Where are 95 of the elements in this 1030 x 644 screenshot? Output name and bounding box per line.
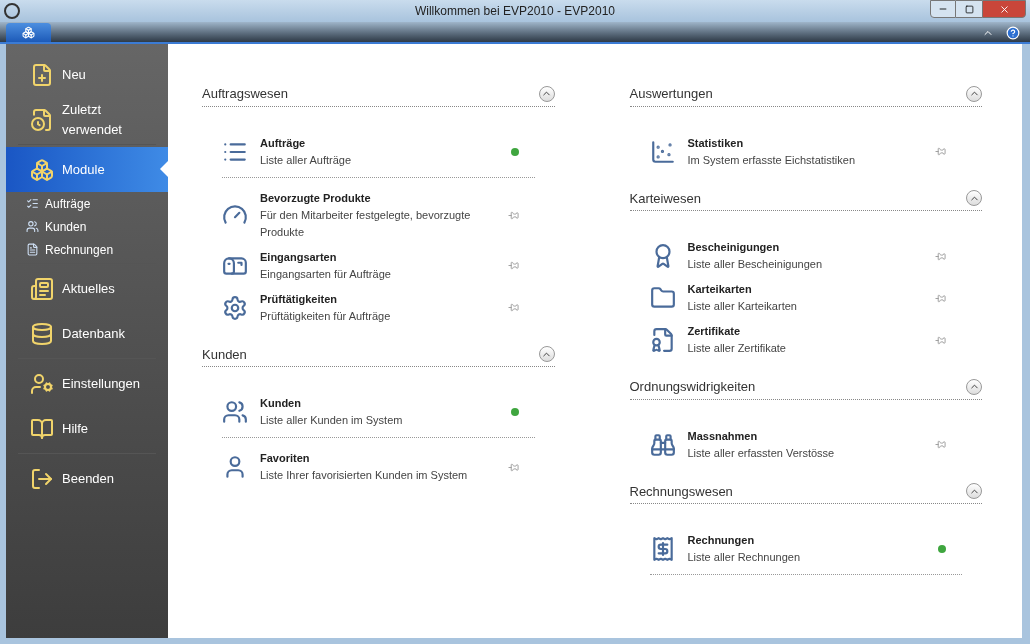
module-link[interactable]: Massnahmen: [687, 427, 758, 445]
module-description: Liste Ihrer favorisierten Kunden im System: [260, 468, 469, 483]
certificate-icon: [649, 327, 676, 353]
module-description: Für den Mitarbeiter festgelegte, bevorzugte Produkte: [260, 207, 472, 240]
sidebar-item[interactable]: Kunden: [6, 215, 168, 238]
sidebar-item[interactable]: Aufträge: [6, 192, 168, 215]
pin-icon: [935, 250, 946, 262]
module-link[interactable]: Bevorzugte Produkte: [260, 189, 371, 207]
maximize-button[interactable]: [956, 0, 982, 18]
users-icon: [222, 399, 248, 425]
pin-icon: [507, 302, 519, 313]
module-link[interactable]: Statistiken: [687, 134, 744, 152]
close-icon: [998, 3, 1010, 15]
users-icon: [26, 220, 39, 233]
section-title: Ordnungswidrigkeiten: [629, 378, 756, 396]
module-link[interactable]: Prüftätigkeiten: [260, 290, 337, 308]
module-link[interactable]: Rechnungen: [687, 532, 755, 549]
collapse-button[interactable]: [966, 483, 982, 500]
collapse-button[interactable]: [966, 190, 982, 207]
module-description: Liste aller erfassten Verstösse: [687, 445, 836, 461]
pin-icon: [507, 461, 519, 473]
pin-icon: [935, 334, 946, 346]
collapse-button[interactable]: [538, 85, 555, 102]
section-title: Auftragswesen: [202, 85, 288, 103]
module-description: Liste aller Zertifikate: [687, 341, 787, 356]
pin-button[interactable]: [510, 147, 519, 156]
pin-button[interactable]: [507, 260, 519, 271]
pin-icon: [935, 439, 946, 450]
pin-button[interactable]: [935, 250, 946, 262]
help-icon[interactable]: [1006, 26, 1020, 40]
maximize-icon: [964, 4, 974, 14]
module-description: Liste aller Kunden im System: [260, 413, 404, 428]
pin-icon: [935, 292, 946, 304]
pin-icon: [935, 146, 946, 157]
document-clock-icon: [30, 107, 54, 132]
module-link[interactable]: Aufträge: [260, 134, 306, 152]
section-title: Kunden: [202, 345, 247, 364]
module-description: Prüftätigkeiten für Aufträge: [260, 308, 392, 324]
module-description: Eingangsarten für Aufträge: [260, 266, 392, 282]
pin-button[interactable]: [510, 408, 519, 416]
module-link[interactable]: Eingangsarten: [260, 248, 337, 266]
minimize-button[interactable]: [930, 0, 956, 18]
sidebar-item[interactable]: Hilfe: [6, 406, 168, 451]
module-link[interactable]: Karteikarten: [687, 281, 752, 298]
pin-button[interactable]: [935, 334, 946, 346]
pin-button[interactable]: [507, 209, 519, 221]
module-link[interactable]: Kunden: [260, 395, 301, 412]
database-icon: [30, 321, 54, 346]
sidebar-item[interactable]: Rechnungen: [6, 238, 168, 261]
module-link[interactable]: Favoriten: [260, 450, 310, 467]
sidebar-item[interactable]: Beenden: [6, 456, 168, 501]
module-description: Liste aller Rechnungen: [687, 550, 802, 565]
sidebar-item[interactable]: Aktuelles: [6, 266, 168, 311]
sidebar-item[interactable]: Einstellungen: [6, 361, 168, 406]
binoculars-icon: [649, 431, 676, 458]
collapse-button[interactable]: [966, 378, 982, 395]
pin-button[interactable]: [938, 545, 946, 553]
module-link[interactable]: Zertifikate: [687, 323, 741, 340]
pin-button[interactable]: [935, 146, 946, 157]
pin-button[interactable]: [507, 302, 519, 313]
module-description: Im System erfasste Eichstatistiken: [687, 152, 856, 168]
app-logo-icon: [4, 3, 20, 19]
book-icon: [30, 416, 54, 441]
window-title: Willkommen bei EVP2010 - EVP2010: [414, 3, 616, 20]
module-description: Liste aller Aufträge: [260, 152, 353, 168]
pin-button[interactable]: [935, 292, 946, 304]
application-menu-button[interactable]: [6, 23, 51, 42]
section-title: Rechnungswesen: [629, 482, 733, 501]
sidebar-item[interactable]: Neu: [6, 52, 168, 97]
boxes-icon: [30, 157, 54, 182]
gear-icon: [222, 294, 248, 321]
app-menu-icon: [22, 26, 35, 39]
pin-icon: [507, 260, 519, 271]
collapse-button[interactable]: [966, 85, 982, 102]
list-icon: [26, 197, 39, 210]
collapse-button[interactable]: [538, 346, 555, 363]
section-title: Karteiwesen: [629, 189, 702, 208]
section-title: Auswertungen: [629, 85, 713, 103]
document-icon: [26, 243, 39, 256]
exit-icon: [30, 466, 54, 491]
pin-icon: [507, 209, 519, 221]
sidebar-item[interactable]: Zuletzt verwendet: [6, 97, 168, 142]
newspaper-icon: [30, 276, 54, 301]
sidebar-item[interactable]: Module: [6, 147, 168, 192]
module-description: Liste aller Karteikarten: [687, 299, 798, 314]
new-document-icon: [30, 62, 54, 87]
user-gear-icon: [30, 371, 54, 396]
pin-button[interactable]: [507, 461, 519, 473]
sidebar-item[interactable]: Datenbank: [6, 311, 168, 356]
module-description: Liste aller Bescheinigungen: [687, 257, 824, 272]
chart-icon: [649, 138, 676, 165]
folder-icon: [649, 285, 676, 311]
module-link[interactable]: Bescheinigungen: [687, 239, 780, 256]
pin-button[interactable]: [935, 439, 946, 450]
close-button[interactable]: [982, 0, 1026, 18]
